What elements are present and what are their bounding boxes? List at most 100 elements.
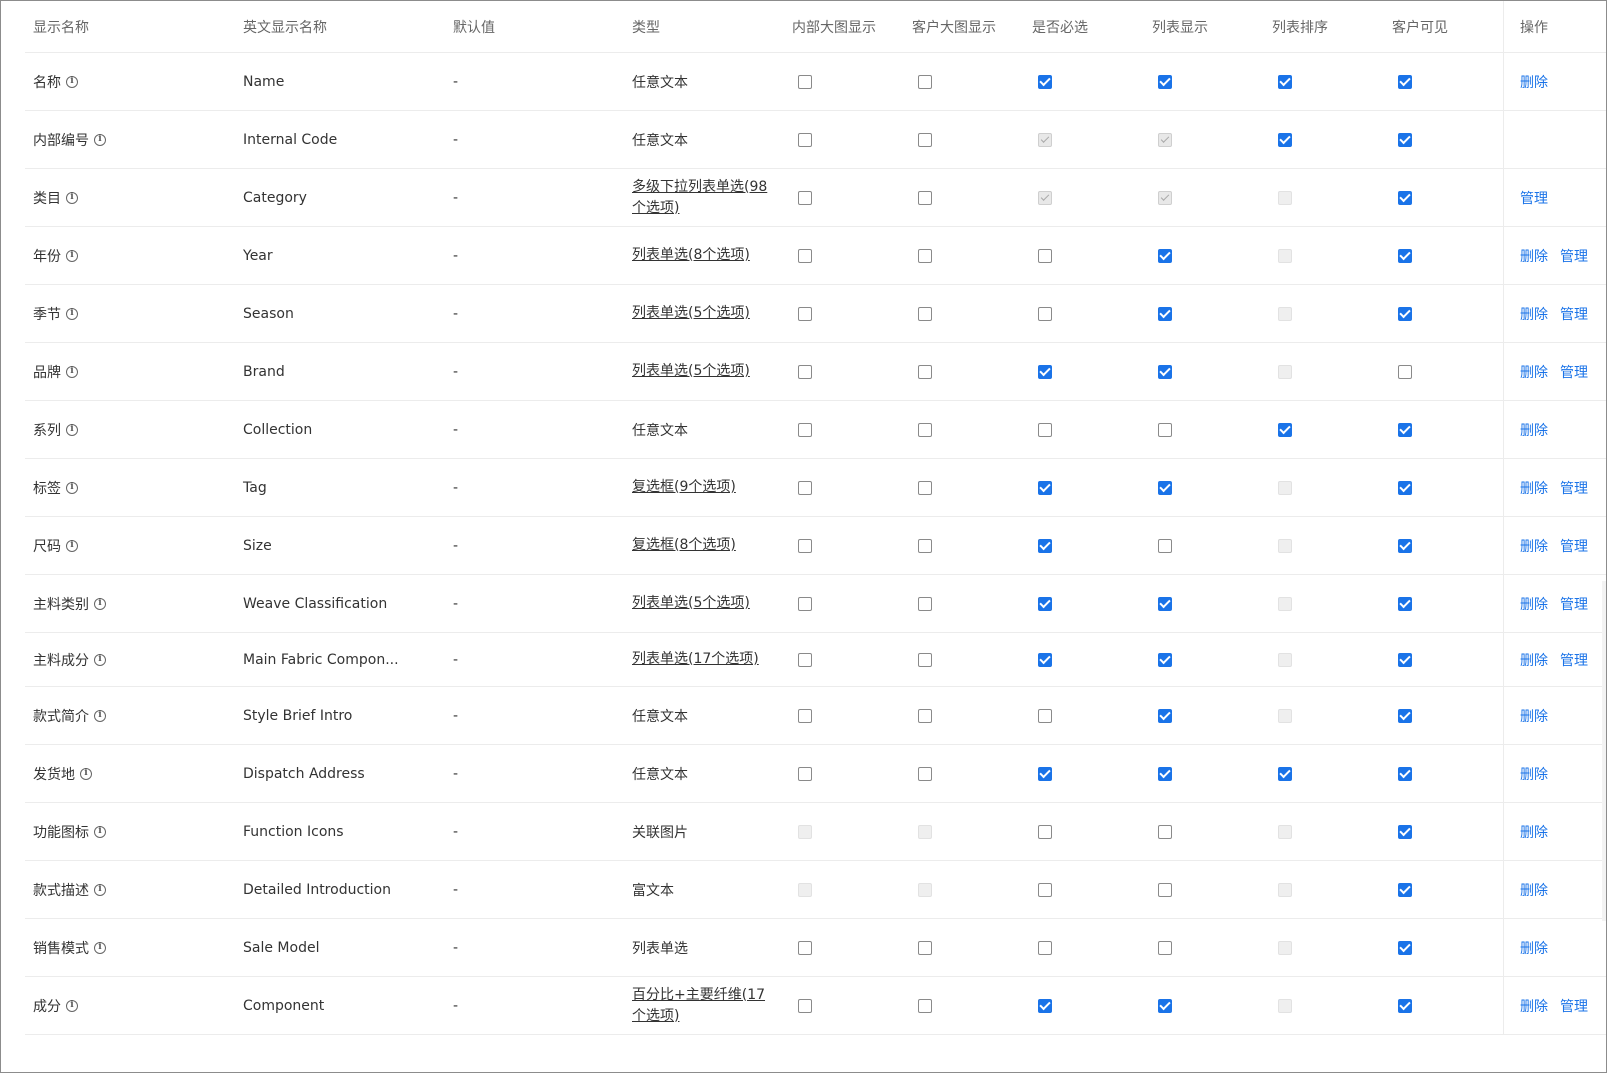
customer-visible-checkbox[interactable] bbox=[1398, 940, 1412, 955]
internal-large-image-checkbox[interactable] bbox=[798, 998, 812, 1013]
customer-visible-checkbox[interactable] bbox=[1398, 998, 1412, 1013]
list-sort-checkbox[interactable] bbox=[1278, 74, 1292, 89]
internal-large-image-checkbox[interactable] bbox=[798, 248, 812, 263]
customer-visible-checkbox[interactable] bbox=[1398, 766, 1412, 781]
required-checkbox[interactable] bbox=[1038, 306, 1052, 321]
manage-button[interactable]: 管理 bbox=[1560, 996, 1588, 1016]
delete-button[interactable]: 删除 bbox=[1520, 880, 1548, 900]
type-options-link[interactable]: 多级下拉列表单选(98个选项) bbox=[632, 177, 772, 219]
manage-button[interactable]: 管理 bbox=[1560, 362, 1588, 382]
info-icon[interactable]: i bbox=[94, 825, 106, 838]
info-icon[interactable]: i bbox=[66, 191, 78, 204]
required-checkbox[interactable] bbox=[1038, 538, 1052, 553]
type-options-link[interactable]: 百分比+主要纤维(17个选项) bbox=[632, 985, 772, 1027]
required-checkbox[interactable] bbox=[1038, 74, 1052, 89]
internal-large-image-checkbox[interactable] bbox=[798, 190, 812, 205]
type-options-link[interactable]: 列表单选(8个选项) bbox=[632, 245, 772, 266]
manage-button[interactable]: 管理 bbox=[1560, 594, 1588, 614]
customer-large-image-checkbox[interactable] bbox=[918, 364, 932, 379]
internal-large-image-checkbox[interactable] bbox=[798, 596, 812, 611]
manage-button[interactable]: 管理 bbox=[1560, 536, 1588, 556]
required-checkbox[interactable] bbox=[1038, 248, 1052, 263]
internal-large-image-checkbox[interactable] bbox=[798, 74, 812, 89]
customer-visible-checkbox[interactable] bbox=[1398, 538, 1412, 553]
list-display-checkbox[interactable] bbox=[1158, 824, 1172, 839]
required-checkbox[interactable] bbox=[1038, 998, 1052, 1013]
manage-button[interactable]: 管理 bbox=[1520, 188, 1548, 208]
list-display-checkbox[interactable] bbox=[1158, 306, 1172, 321]
list-sort-checkbox[interactable] bbox=[1278, 766, 1292, 781]
customer-visible-checkbox[interactable] bbox=[1398, 708, 1412, 723]
customer-visible-checkbox[interactable] bbox=[1398, 364, 1412, 379]
customer-visible-checkbox[interactable] bbox=[1398, 652, 1412, 667]
list-sort-checkbox[interactable] bbox=[1278, 132, 1292, 147]
info-icon[interactable]: i bbox=[94, 133, 106, 146]
delete-button[interactable]: 删除 bbox=[1520, 822, 1548, 842]
required-checkbox[interactable] bbox=[1038, 652, 1052, 667]
delete-button[interactable]: 删除 bbox=[1520, 536, 1548, 556]
internal-large-image-checkbox[interactable] bbox=[798, 480, 812, 495]
internal-large-image-checkbox[interactable] bbox=[798, 708, 812, 723]
internal-large-image-checkbox[interactable] bbox=[798, 766, 812, 781]
manage-button[interactable]: 管理 bbox=[1560, 650, 1588, 670]
delete-button[interactable]: 删除 bbox=[1520, 362, 1548, 382]
required-checkbox[interactable] bbox=[1038, 882, 1052, 897]
required-checkbox[interactable] bbox=[1038, 940, 1052, 955]
list-display-checkbox[interactable] bbox=[1158, 538, 1172, 553]
internal-large-image-checkbox[interactable] bbox=[798, 306, 812, 321]
required-checkbox[interactable] bbox=[1038, 480, 1052, 495]
customer-large-image-checkbox[interactable] bbox=[918, 538, 932, 553]
internal-large-image-checkbox[interactable] bbox=[798, 132, 812, 147]
list-display-checkbox[interactable] bbox=[1158, 998, 1172, 1013]
customer-large-image-checkbox[interactable] bbox=[918, 652, 932, 667]
type-options-link[interactable]: 列表单选(17个选项) bbox=[632, 649, 772, 670]
delete-button[interactable]: 删除 bbox=[1520, 996, 1548, 1016]
customer-large-image-checkbox[interactable] bbox=[918, 248, 932, 263]
required-checkbox[interactable] bbox=[1038, 766, 1052, 781]
info-icon[interactable]: i bbox=[66, 249, 78, 262]
delete-button[interactable]: 删除 bbox=[1520, 764, 1548, 784]
customer-large-image-checkbox[interactable] bbox=[918, 940, 932, 955]
customer-large-image-checkbox[interactable] bbox=[918, 708, 932, 723]
manage-button[interactable]: 管理 bbox=[1560, 304, 1588, 324]
info-icon[interactable]: i bbox=[94, 941, 106, 954]
list-display-checkbox[interactable] bbox=[1158, 708, 1172, 723]
customer-visible-checkbox[interactable] bbox=[1398, 422, 1412, 437]
delete-button[interactable]: 删除 bbox=[1520, 938, 1548, 958]
info-icon[interactable]: i bbox=[94, 597, 106, 610]
required-checkbox[interactable] bbox=[1038, 824, 1052, 839]
delete-button[interactable]: 删除 bbox=[1520, 304, 1548, 324]
info-icon[interactable]: i bbox=[66, 481, 78, 494]
customer-visible-checkbox[interactable] bbox=[1398, 306, 1412, 321]
customer-visible-checkbox[interactable] bbox=[1398, 132, 1412, 147]
info-icon[interactable]: i bbox=[66, 539, 78, 552]
customer-visible-checkbox[interactable] bbox=[1398, 480, 1412, 495]
customer-large-image-checkbox[interactable] bbox=[918, 766, 932, 781]
list-display-checkbox[interactable] bbox=[1158, 480, 1172, 495]
customer-visible-checkbox[interactable] bbox=[1398, 824, 1412, 839]
manage-button[interactable]: 管理 bbox=[1560, 246, 1588, 266]
list-sort-checkbox[interactable] bbox=[1278, 422, 1292, 437]
list-display-checkbox[interactable] bbox=[1158, 652, 1172, 667]
list-display-checkbox[interactable] bbox=[1158, 882, 1172, 897]
list-display-checkbox[interactable] bbox=[1158, 766, 1172, 781]
delete-button[interactable]: 删除 bbox=[1520, 594, 1548, 614]
customer-large-image-checkbox[interactable] bbox=[918, 306, 932, 321]
info-icon[interactable]: i bbox=[94, 883, 106, 896]
customer-large-image-checkbox[interactable] bbox=[918, 422, 932, 437]
internal-large-image-checkbox[interactable] bbox=[798, 652, 812, 667]
delete-button[interactable]: 删除 bbox=[1520, 478, 1548, 498]
required-checkbox[interactable] bbox=[1038, 422, 1052, 437]
info-icon[interactable]: i bbox=[66, 423, 78, 436]
info-icon[interactable]: i bbox=[80, 767, 92, 780]
type-options-link[interactable]: 复选框(9个选项) bbox=[632, 477, 772, 498]
internal-large-image-checkbox[interactable] bbox=[798, 364, 812, 379]
info-icon[interactable]: i bbox=[66, 75, 78, 88]
delete-button[interactable]: 删除 bbox=[1520, 650, 1548, 670]
customer-visible-checkbox[interactable] bbox=[1398, 596, 1412, 611]
delete-button[interactable]: 删除 bbox=[1520, 246, 1548, 266]
customer-visible-checkbox[interactable] bbox=[1398, 74, 1412, 89]
manage-button[interactable]: 管理 bbox=[1560, 478, 1588, 498]
type-options-link[interactable]: 复选框(8个选项) bbox=[632, 535, 772, 556]
list-display-checkbox[interactable] bbox=[1158, 422, 1172, 437]
